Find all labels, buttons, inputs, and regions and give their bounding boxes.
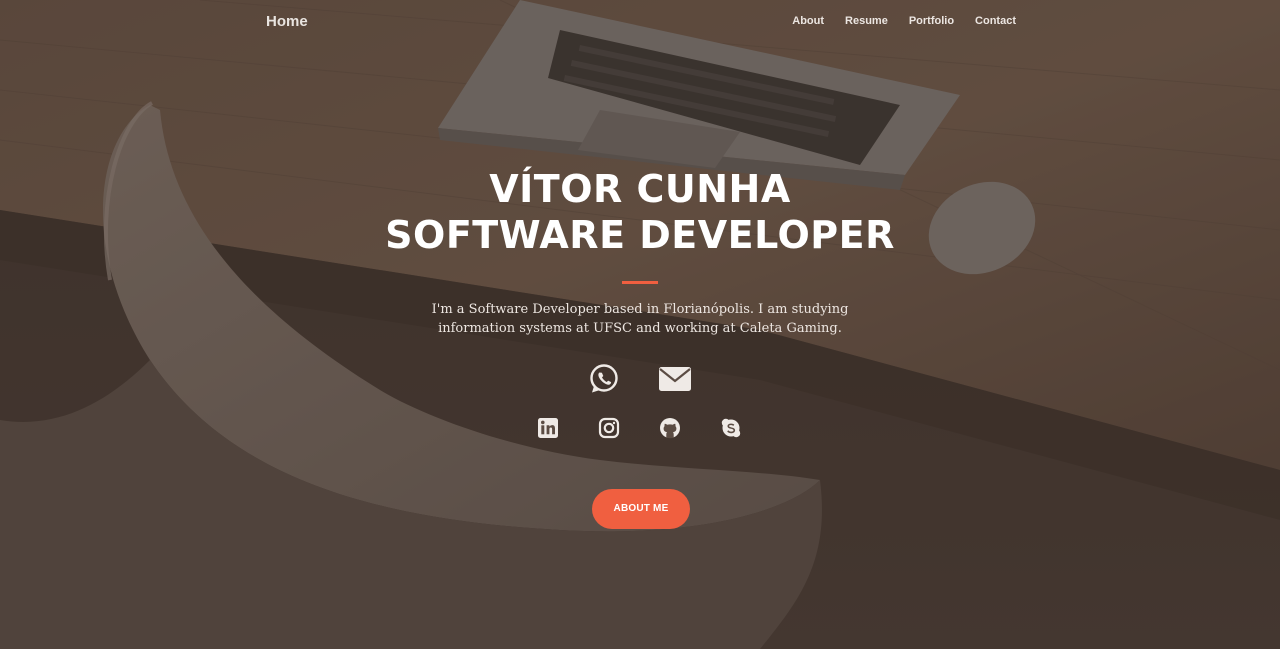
nav-link-about[interactable]: About <box>792 15 824 27</box>
linkedin-icon[interactable] <box>537 417 559 439</box>
hero-header: VÍTOR CUNHA SOFTWARE DEVELOPER I'm a Sof… <box>0 166 1280 338</box>
contact-icons-row <box>588 363 692 395</box>
about-me-button[interactable]: ABOUT ME <box>592 489 690 529</box>
github-icon[interactable] <box>659 417 681 439</box>
hero-title-name: VÍTOR CUNHA <box>489 167 791 211</box>
nav-links: About Resume Portfolio Contact <box>771 15 1016 27</box>
instagram-icon[interactable] <box>598 417 620 439</box>
skype-icon[interactable] <box>720 417 742 439</box>
top-navbar: Home About Resume Portfolio Contact <box>0 0 1280 44</box>
nav-link-contact[interactable]: Contact <box>975 15 1016 27</box>
email-icon[interactable] <box>658 364 692 394</box>
whatsapp-icon[interactable] <box>588 363 620 395</box>
nav-link-resume[interactable]: Resume <box>845 15 888 27</box>
hero-divider <box>622 281 658 284</box>
social-icons-row <box>537 417 742 439</box>
nav-brand-home[interactable]: Home <box>266 13 308 30</box>
nav-link-portfolio[interactable]: Portfolio <box>909 15 954 27</box>
hero-intro-text: I'm a Software Developer based in Floria… <box>431 302 849 336</box>
hero-title-role: SOFTWARE DEVELOPER <box>385 213 895 257</box>
